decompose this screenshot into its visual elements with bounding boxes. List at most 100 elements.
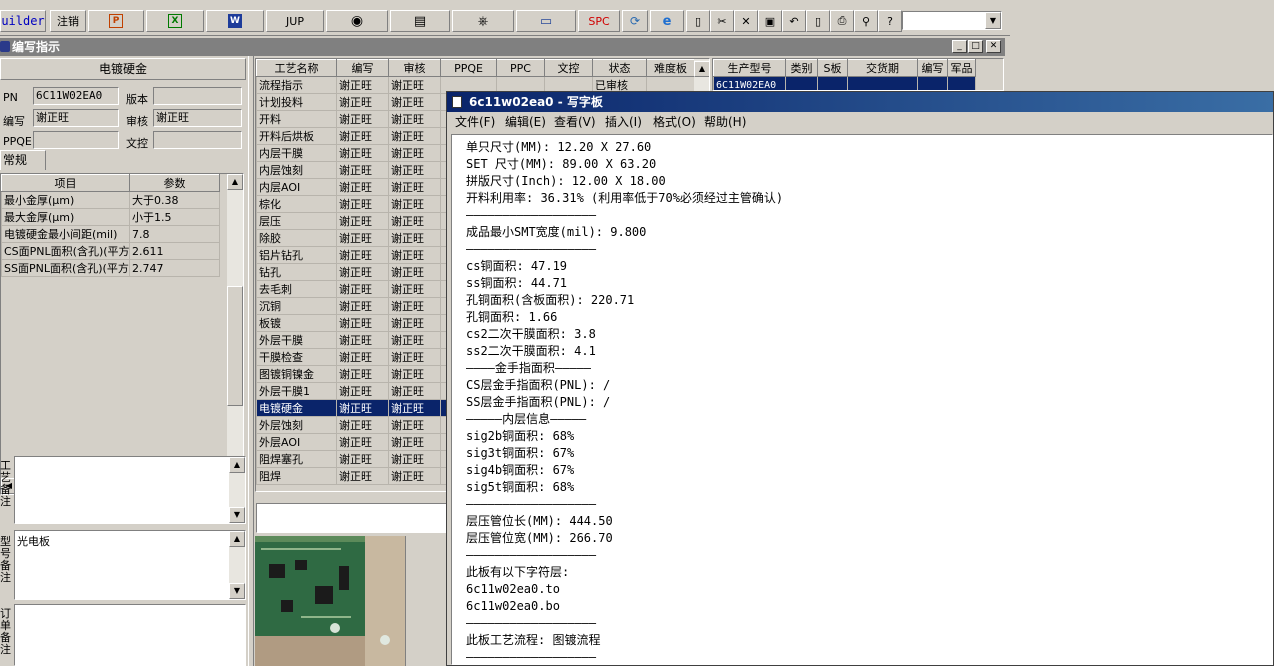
- process-author: 谢正旺: [336, 433, 389, 451]
- print-button[interactable]: ⎙: [830, 10, 854, 32]
- chevron-down-icon[interactable]: ▼: [985, 12, 1001, 29]
- pn-field[interactable]: 6C11W02EA0: [33, 87, 119, 105]
- splitter[interactable]: [248, 56, 254, 666]
- order-row[interactable]: 6C11W02EA0: [713, 76, 976, 90]
- param-row[interactable]: SS面PNL面积(含孔)(平方 2.747: [1, 259, 220, 277]
- process-author: 谢正旺: [336, 382, 389, 400]
- preview-button[interactable]: ▯: [806, 10, 830, 32]
- param-row[interactable]: 最小金厚(μm) 大于0.38: [1, 191, 220, 209]
- col-header-military[interactable]: 军品: [947, 59, 976, 77]
- jup-button[interactable]: JUP: [266, 10, 324, 32]
- refresh-button[interactable]: ⟳: [622, 10, 648, 32]
- wordpad-document[interactable]: 单只尺寸(MM): 12.20 X 27.60 SET 尺寸(MM): 89.00…: [451, 134, 1273, 665]
- scroll-down-icon[interactable]: ▼: [229, 583, 245, 599]
- view-button[interactable]: ◉: [326, 10, 388, 32]
- menu-view[interactable]: 查看(V): [554, 112, 596, 132]
- param-header-item[interactable]: 项目: [1, 174, 130, 192]
- col-header-difficulty[interactable]: 难度板: [646, 59, 695, 77]
- computer-button[interactable]: ▭: [516, 10, 576, 32]
- scroll-up-icon[interactable]: ▲: [229, 531, 245, 547]
- process-name: 图镀铜镍金: [256, 365, 337, 383]
- process-name: 除胶: [256, 229, 337, 247]
- ie-button[interactable]: e: [650, 10, 684, 32]
- ppqe-label: PPQE: [3, 135, 32, 148]
- main-toolbar: uilder 注销 P X W JUP ◉ ▤ ⎈ ▭ SPC ⟳ e ▯ ✂ …: [0, 0, 1010, 36]
- param-row[interactable]: 最大金厚(μm) 小于1.5: [1, 208, 220, 226]
- process-name: 电镀硬金: [256, 399, 337, 417]
- excel-button[interactable]: X: [146, 10, 204, 32]
- menu-format[interactable]: 格式(O): [653, 112, 696, 132]
- col-header-sboard[interactable]: S板: [817, 59, 848, 77]
- param-value: 7.8: [129, 225, 220, 243]
- order-remark-field[interactable]: [14, 604, 246, 666]
- col-header-category[interactable]: 类别: [785, 59, 818, 77]
- new-doc-button[interactable]: ▯: [686, 10, 710, 32]
- col-header-review[interactable]: 审核: [388, 59, 441, 77]
- review-label: 审核: [126, 115, 148, 128]
- process-name: 层压: [256, 212, 337, 230]
- document-line: 6c11w02ea0.to: [466, 582, 560, 596]
- scroll-up-icon[interactable]: ▲: [227, 174, 243, 190]
- ppt-button[interactable]: P: [88, 10, 144, 32]
- author-field[interactable]: 谢正旺: [33, 109, 119, 127]
- scroll-down-icon[interactable]: ▼: [229, 507, 245, 523]
- col-header-delivery[interactable]: 交货期: [847, 59, 918, 77]
- col-header-model[interactable]: 生产型号: [713, 59, 786, 77]
- col-header-ppc[interactable]: PPC: [496, 59, 545, 77]
- process-author: 谢正旺: [336, 144, 389, 162]
- spc-button[interactable]: SPC: [578, 10, 620, 32]
- menu-help[interactable]: 帮助(H): [704, 112, 746, 132]
- param-value: 小于1.5: [129, 208, 220, 226]
- toolbar-combo[interactable]: ▼: [902, 11, 1002, 30]
- menu-edit[interactable]: 编辑(E): [505, 112, 546, 132]
- network-button[interactable]: ⎈: [452, 10, 514, 32]
- process-note-input[interactable]: [256, 503, 448, 533]
- close-button[interactable]: ✕: [986, 40, 1001, 53]
- version-field[interactable]: [153, 87, 242, 105]
- scroll-up-icon[interactable]: ▲: [229, 457, 245, 473]
- col-header-doc[interactable]: 文控: [544, 59, 593, 77]
- review-field[interactable]: 谢正旺: [153, 109, 242, 127]
- craft-remark-scrollbar[interactable]: ▲ ▼: [229, 457, 245, 523]
- builder-button[interactable]: uilder: [0, 10, 46, 32]
- craft-remark-label: 工艺备注: [0, 459, 11, 508]
- menu-file[interactable]: 文件(F): [455, 112, 495, 132]
- undo-button[interactable]: ↶: [782, 10, 806, 32]
- minimize-button[interactable]: _: [952, 40, 967, 53]
- process-reviewer: 谢正旺: [388, 399, 441, 417]
- pcb-image: [255, 536, 405, 666]
- model-remark-field[interactable]: 光电板 ▲ ▼: [14, 530, 246, 600]
- delete-button[interactable]: ✕: [734, 10, 758, 32]
- col-header-order-author[interactable]: 编写: [917, 59, 948, 77]
- model-remark-scrollbar[interactable]: ▲ ▼: [229, 531, 245, 599]
- menu-insert[interactable]: 插入(I): [605, 112, 642, 132]
- cut-button[interactable]: ✂: [710, 10, 734, 32]
- process-reviewer: 谢正旺: [388, 467, 441, 485]
- process-author: 谢正旺: [336, 467, 389, 485]
- maximize-button[interactable]: □: [968, 40, 983, 53]
- col-header-process[interactable]: 工艺名称: [256, 59, 337, 77]
- doc-control-field[interactable]: [153, 131, 242, 149]
- craft-remark-field[interactable]: ▲ ▼: [14, 456, 246, 524]
- col-header-author[interactable]: 编写: [336, 59, 389, 77]
- help-button[interactable]: ?: [878, 10, 902, 32]
- find-button[interactable]: ⚲: [854, 10, 878, 32]
- col-header-ppqe[interactable]: PPQE: [440, 59, 497, 77]
- ppqe-field[interactable]: [33, 131, 119, 149]
- col-header-status[interactable]: 状态: [592, 59, 647, 77]
- word-button[interactable]: W: [206, 10, 264, 32]
- tab-general[interactable]: 常规: [0, 150, 46, 170]
- save-button[interactable]: ▣: [758, 10, 782, 32]
- database-button[interactable]: ▤: [390, 10, 450, 32]
- wordpad-titlebar[interactable]: 6c11w02ea0 - 写字板: [447, 92, 1273, 112]
- params-vscrollbar[interactable]: ▲ ▼: [227, 174, 243, 478]
- eye-icon: ◉: [350, 13, 364, 29]
- document-line: sig2b铜面积: 68%: [466, 429, 575, 443]
- param-row[interactable]: 电镀硬金最小间距(mil) 7.8: [1, 225, 220, 243]
- minimize-icon: _: [957, 41, 962, 51]
- scroll-up-icon[interactable]: ▲: [694, 61, 709, 77]
- param-row[interactable]: CS面PNL面积(含孔)(平方 2.611: [1, 242, 220, 260]
- param-header-value[interactable]: 参数: [129, 174, 220, 192]
- logout-button[interactable]: 注销: [50, 10, 86, 32]
- scroll-thumb[interactable]: [227, 286, 243, 406]
